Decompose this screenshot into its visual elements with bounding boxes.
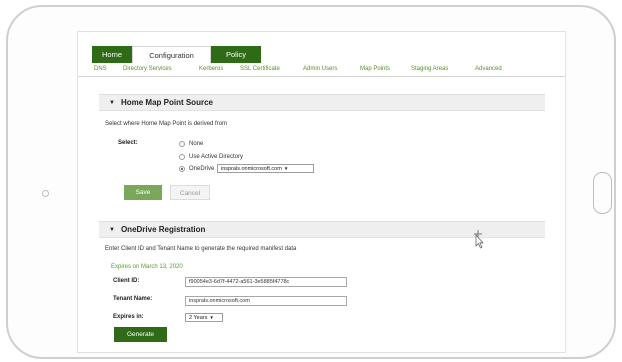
tenant-name-label: Tenant Name: <box>113 296 153 302</box>
subnav-item-ssl-certificate[interactable]: SSL Certificate <box>240 66 280 72</box>
tablet-frame: Home Configuration Policy DNS Directory … <box>6 5 616 359</box>
camera-icon <box>42 190 49 197</box>
collapse-triangle-icon: ▼ <box>109 227 115 233</box>
panel-title: OneDrive Registration <box>120 225 206 234</box>
app-screen: Home Configuration Policy DNS Directory … <box>77 31 566 353</box>
home-map-point-panel: ▼ Home Map Point Source Select where Home… <box>99 94 545 208</box>
radio-active-directory-label: Use Active Directory <box>189 154 244 160</box>
subnav-item-kerberos[interactable]: Kerberos <box>199 66 223 72</box>
home-map-point-header[interactable]: ▼ Home Map Point Source <box>99 94 545 111</box>
generate-button[interactable]: Generate <box>114 327 167 342</box>
subnav-item-admin-users[interactable]: Admin Users <box>303 66 337 72</box>
client-id-label: Client ID: <box>113 278 140 284</box>
radio-none[interactable] <box>179 141 185 147</box>
tenant-name-field[interactable]: insprals.onmicrosoft.com <box>185 296 347 306</box>
tab-home[interactable]: Home <box>92 46 132 63</box>
collapse-triangle-icon: ▼ <box>109 100 115 106</box>
subnav-item-dns[interactable]: DNS <box>94 66 107 72</box>
client-id-field[interactable]: f90054e3-6d7f-4472-a561-3e5885f4778c <box>185 277 347 287</box>
home-map-point-description: Select where Home Map Point is derived f… <box>105 121 228 127</box>
tab-configuration[interactable]: Configuration <box>132 46 211 63</box>
onedrive-tenant-value: insprals.onmicrosoft.com <box>221 166 282 172</box>
panel-title: Home Map Point Source <box>120 98 213 107</box>
subnav-item-directory-services[interactable]: Directory Services <box>123 66 172 72</box>
subnav-item-advanced[interactable]: Advanced <box>475 66 502 72</box>
subnav-item-staging-areas[interactable]: Staging Areas <box>411 66 448 72</box>
radio-onedrive[interactable] <box>179 166 185 172</box>
expires-in-value: 2 Years <box>189 315 208 321</box>
onedrive-tenant-select[interactable]: insprals.onmicrosoft.com ▼ <box>217 164 314 173</box>
home-hardware-button[interactable] <box>593 172 612 214</box>
select-label: Select: <box>118 140 138 146</box>
tab-policy[interactable]: Policy <box>211 46 261 63</box>
expires-in-label: Expires in: <box>113 314 144 320</box>
expires-in-select[interactable]: 2 Years ▼ <box>185 313 223 322</box>
save-button[interactable]: Save <box>124 185 162 200</box>
radio-none-label: None <box>189 141 204 147</box>
radio-active-directory[interactable] <box>179 154 185 160</box>
onedrive-registration-description: Enter Client ID and Tenant Name to gener… <box>105 246 297 252</box>
subnav-item-map-points[interactable]: Map Points <box>360 66 390 72</box>
expiry-notice: Expires on March 13, 2020 <box>111 264 183 270</box>
radio-onedrive-label: OneDrive <box>189 166 215 172</box>
move-cursor-icon <box>474 230 484 249</box>
config-subnav: DNS Directory Services Kerberos SSL Cert… <box>78 63 565 77</box>
main-tabs: Home Configuration Policy <box>92 46 261 63</box>
cancel-button[interactable]: Cancel <box>170 185 210 200</box>
chevron-down-icon: ▼ <box>283 166 289 171</box>
chevron-down-icon: ▼ <box>209 315 214 320</box>
